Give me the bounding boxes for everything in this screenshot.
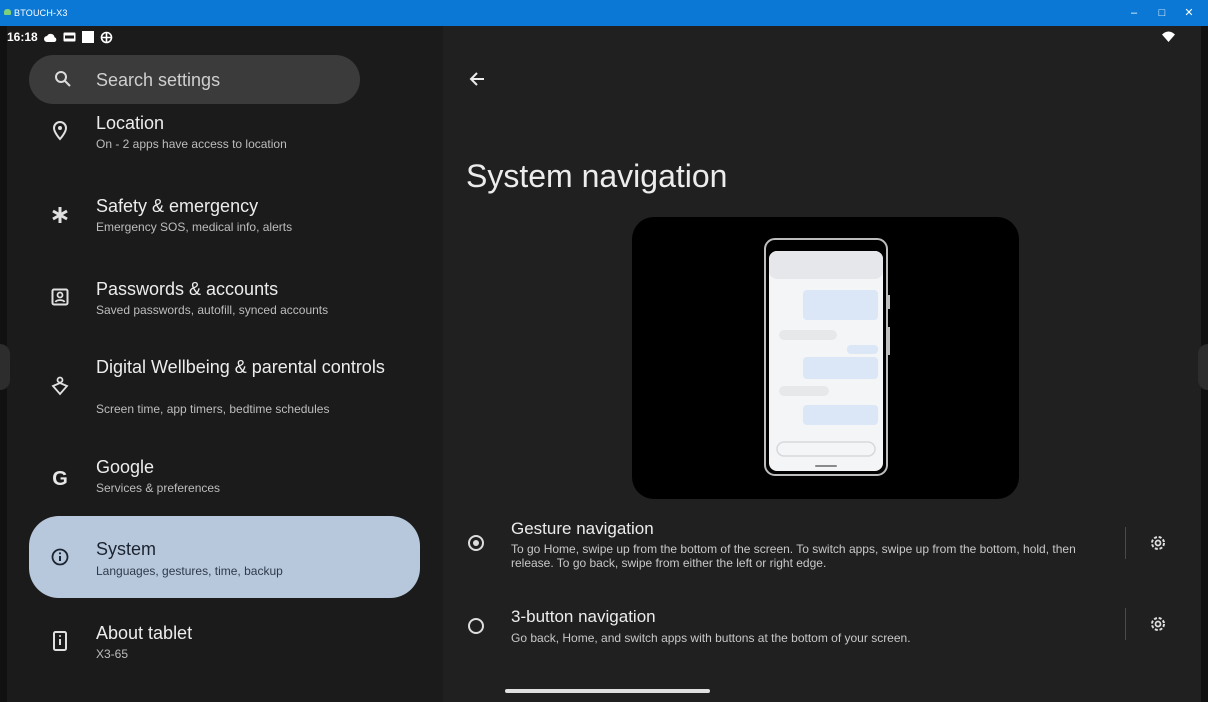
settings-item-title: Safety & emergency	[96, 196, 259, 216]
settings-item-title: Digital Wellbeing & parental controls	[96, 357, 385, 377]
settings-item-wellbeing[interactable]: Digital Wellbeing & parental controls Sc…	[29, 352, 420, 428]
cloud-icon	[43, 33, 57, 42]
option-3-button-navigation[interactable]: 3-button navigation Go back, Home, and s…	[463, 606, 1183, 650]
search-input[interactable]: Search settings	[96, 70, 220, 91]
maximize-button[interactable]: □	[1152, 4, 1172, 22]
settings-item-location[interactable]: Location On - 2 apps have access to loca…	[29, 110, 420, 166]
3-button-navigation-radio[interactable]	[468, 618, 484, 634]
settings-item-title: Google	[96, 457, 155, 477]
settings-item-passwords[interactable]: Passwords & accounts Saved passwords, au…	[29, 274, 420, 330]
settings-item-google[interactable]: G Google Services & preferences	[29, 452, 420, 508]
settings-item-subtitle: Services & preferences	[96, 481, 221, 495]
settings-item-subtitle: Screen time, app timers, bedtime schedul…	[96, 402, 330, 416]
close-button[interactable]: ✕	[1179, 4, 1199, 22]
minimize-button[interactable]: –	[1124, 4, 1144, 22]
settings-item-system[interactable]: System Languages, gestures, time, backup	[29, 516, 420, 598]
option-description: To go Home, swipe up from the bottom of …	[511, 542, 1076, 570]
wellbeing-icon	[47, 373, 73, 399]
settings-item-safety[interactable]: Safety & emergency Emergency SOS, medica…	[29, 190, 420, 246]
search-icon	[55, 71, 71, 87]
settings-item-title: System	[96, 539, 157, 559]
navigation-illustration	[632, 217, 1019, 499]
gear-icon[interactable]	[1148, 614, 1168, 634]
gear-icon[interactable]	[1148, 533, 1168, 553]
settings-item-title: Passwords & accounts	[96, 279, 279, 299]
status-bar: 16:18	[7, 29, 113, 45]
gamepad-icon	[100, 31, 113, 43]
status-time: 16:18	[7, 30, 38, 44]
gesture-navigation-bar[interactable]	[505, 689, 710, 693]
right-edge-handle[interactable]	[1198, 344, 1208, 390]
settings-item-title: Location	[96, 113, 165, 133]
settings-item-subtitle: On - 2 apps have access to location	[96, 137, 287, 151]
search-bar[interactable]: Search settings	[29, 55, 360, 104]
tablet-icon	[47, 628, 73, 654]
square-icon	[81, 31, 94, 43]
location-icon	[47, 118, 73, 144]
left-edge-handle[interactable]	[0, 344, 10, 390]
window-title: BTOUCH-X3	[14, 8, 68, 18]
divider	[1125, 608, 1126, 640]
divider	[1125, 527, 1126, 559]
option-description: Go back, Home, and switch apps with butt…	[511, 631, 911, 645]
settings-item-title: About tablet	[96, 623, 193, 643]
google-icon: G	[52, 467, 68, 490]
account-box-icon	[47, 284, 73, 310]
back-arrow-icon[interactable]	[468, 70, 486, 88]
dvr-icon	[63, 32, 76, 42]
info-icon	[47, 544, 73, 570]
window-titlebar: BTOUCH-X3 – □ ✕	[0, 0, 1208, 26]
settings-item-about[interactable]: About tablet X3-65	[29, 618, 420, 674]
settings-item-subtitle: X3-65	[96, 647, 129, 661]
wifi-icon	[1162, 31, 1175, 42]
phone-illustration-icon	[764, 238, 890, 476]
page-title: System navigation	[466, 158, 728, 194]
app-icon	[4, 9, 11, 15]
settings-item-subtitle: Emergency SOS, medical info, alerts	[96, 220, 293, 234]
settings-item-subtitle: Saved passwords, autofill, synced accoun…	[96, 303, 329, 317]
gesture-navigation-radio[interactable]	[468, 535, 484, 551]
option-gesture-navigation[interactable]: Gesture navigation To go Home, swipe up …	[463, 517, 1183, 577]
asterisk-icon	[47, 202, 73, 228]
settings-item-subtitle: Languages, gestures, time, backup	[96, 564, 283, 578]
option-title: 3-button navigation	[511, 607, 656, 626]
option-title: Gesture navigation	[511, 519, 654, 538]
